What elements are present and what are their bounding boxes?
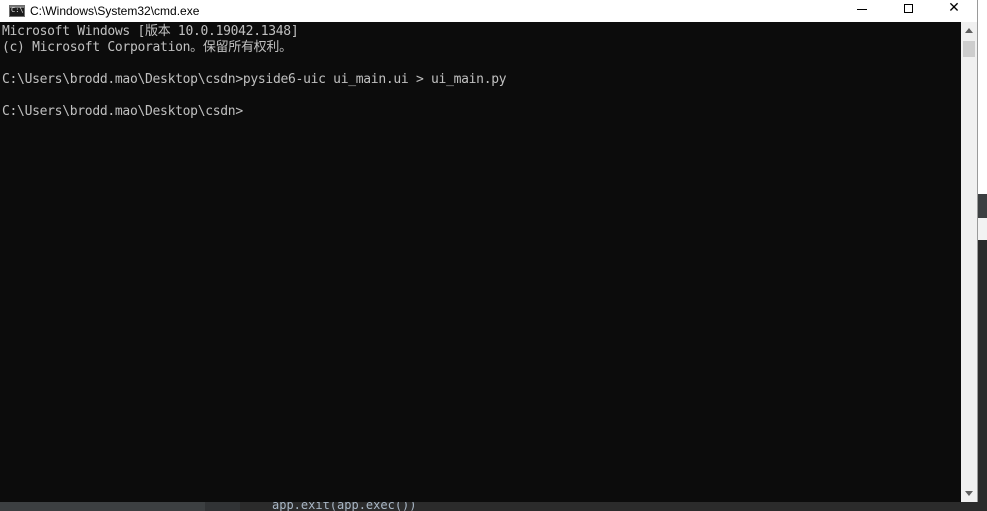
title-bar[interactable]: C:\ C:\Windows\System32\cmd.exe ✕ (0, 0, 977, 22)
background-panel (978, 0, 987, 194)
background-panel (0, 502, 205, 511)
console-prompt[interactable]: C:\Users\brodd.mao\Desktop\csdn> (2, 104, 243, 120)
scroll-up-button[interactable] (961, 22, 977, 39)
window-title: C:\Windows\System32\cmd.exe (30, 4, 200, 18)
vertical-scrollbar[interactable] (961, 22, 977, 502)
scroll-thumb[interactable] (963, 41, 975, 57)
arrow-down-icon (965, 491, 973, 496)
cmd-app-icon[interactable]: C:\ (9, 5, 25, 17)
scroll-down-button[interactable] (961, 485, 977, 502)
background-gutter (205, 502, 240, 511)
console-output[interactable]: Microsoft Windows [版本 10.0.19042.1348] (… (0, 22, 961, 502)
console-line: Microsoft Windows [版本 10.0.19042.1348] (2, 24, 299, 39)
background-code-editor: app.exit(app.exec()) (240, 502, 987, 511)
close-button[interactable]: ✕ (931, 0, 977, 22)
close-icon: ✕ (948, 0, 960, 16)
maximize-icon (903, 3, 913, 13)
background-code-line: app.exit(app.exec()) (272, 502, 417, 511)
cmd-app-icon-glyph: C:\ (11, 6, 24, 14)
console-line: C:\Users\brodd.mao\Desktop\csdn>pyside6-… (2, 72, 507, 87)
background-panel (978, 218, 987, 240)
arrow-up-icon (965, 28, 973, 33)
console-line: (c) Microsoft Corporation。保留所有权利。 (2, 40, 292, 55)
minimize-icon (857, 8, 867, 10)
maximize-button[interactable] (885, 0, 931, 22)
background-panel (978, 194, 987, 218)
minimize-button[interactable] (839, 0, 885, 22)
window-controls: ✕ (839, 0, 977, 22)
background-panel (978, 240, 987, 511)
cmd-window[interactable]: C:\ C:\Windows\System32\cmd.exe ✕ Micros… (0, 0, 978, 502)
